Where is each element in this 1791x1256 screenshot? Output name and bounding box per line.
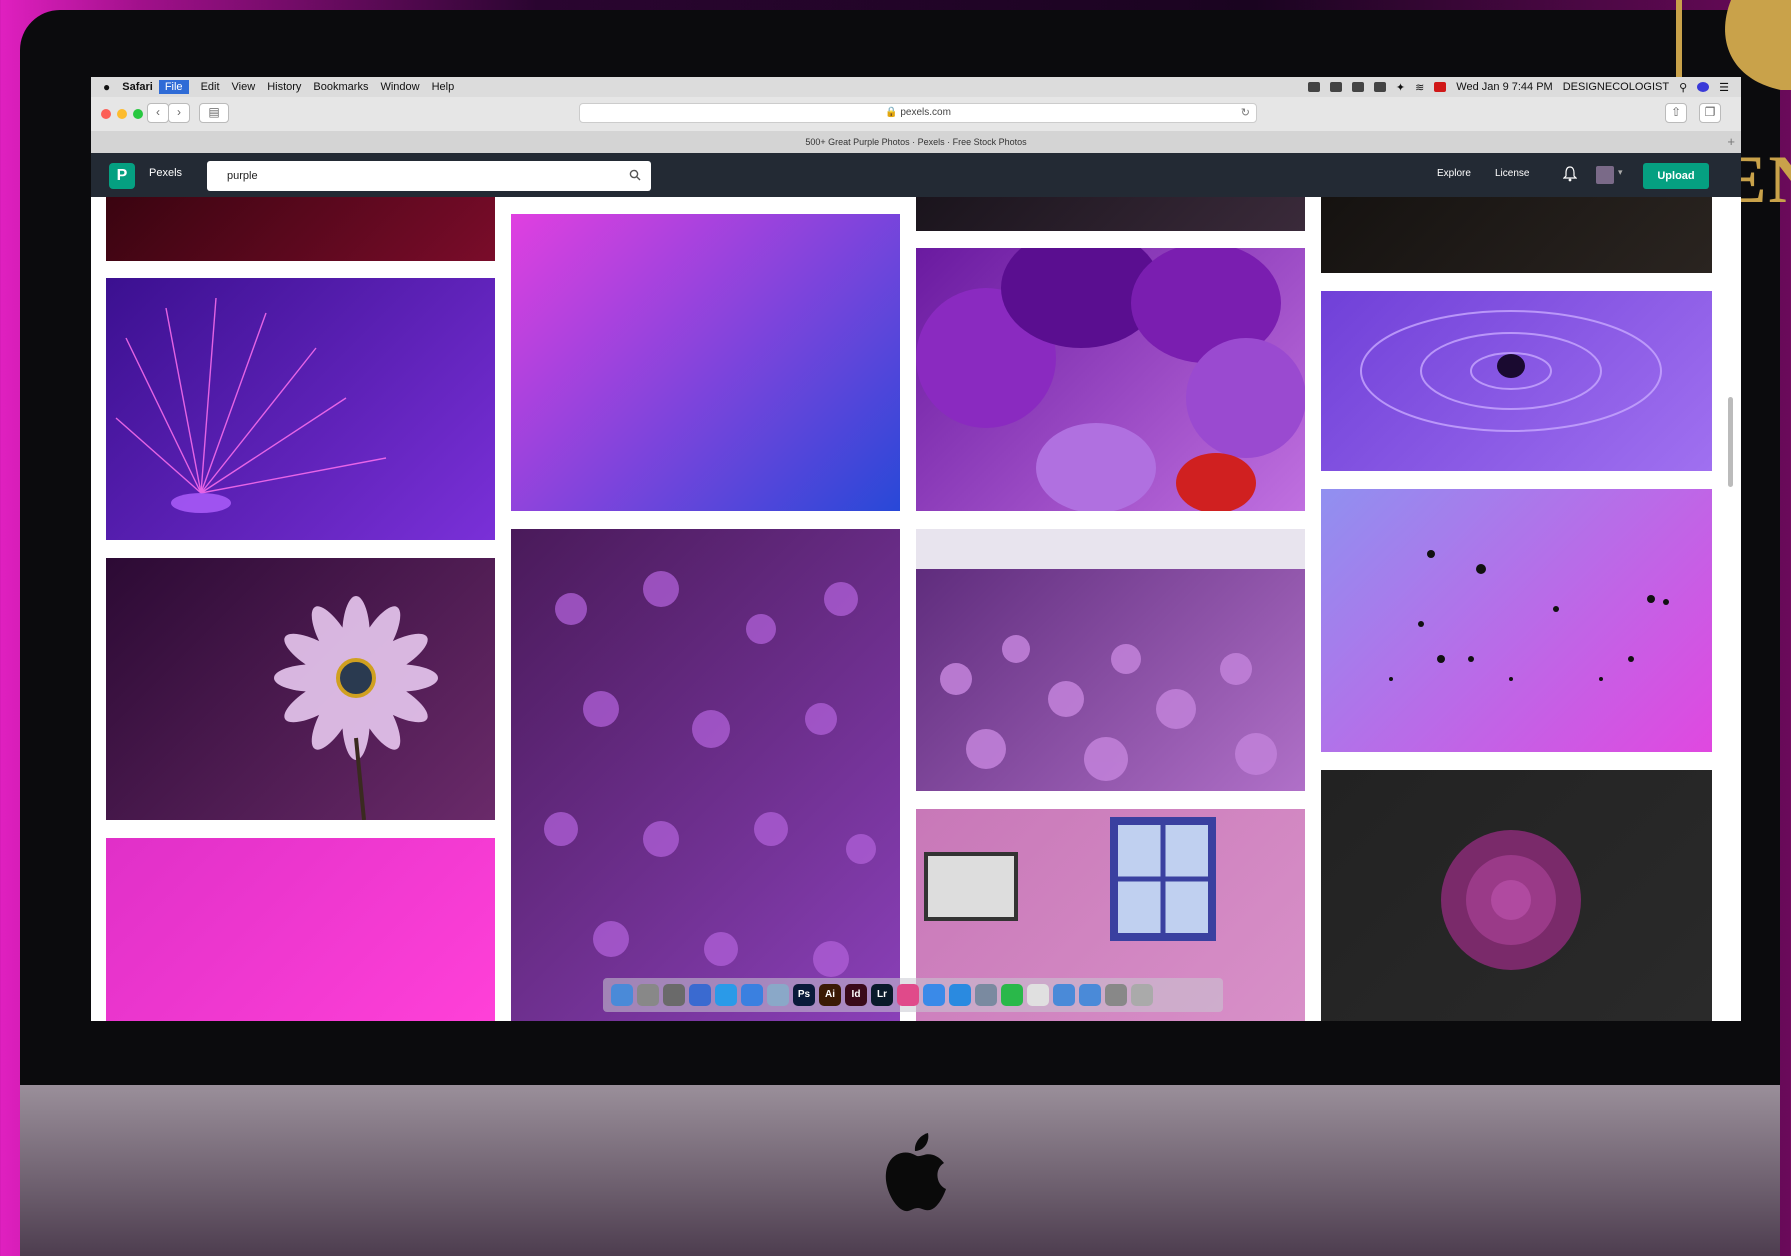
chrysanthemum-icon <box>1441 830 1581 970</box>
photo-card[interactable] <box>1321 770 1712 1021</box>
license-link[interactable]: License <box>1495 168 1529 179</box>
status-app-icon[interactable] <box>1307 82 1320 92</box>
screen: ● Safari File Edit View History Bookmark… <box>91 77 1741 1021</box>
menu-edit[interactable]: Edit <box>201 81 220 93</box>
spotlight-icon[interactable]: ⚲ <box>1679 81 1687 94</box>
pexels-logo-icon[interactable]: P <box>109 163 135 189</box>
dock-app-icon[interactable] <box>741 984 763 1006</box>
photo-card[interactable] <box>511 214 900 511</box>
dock-app-icon[interactable] <box>1001 984 1023 1006</box>
dock-app-icon[interactable] <box>1027 984 1049 1006</box>
reload-icon[interactable]: ↻ <box>1241 104 1250 122</box>
apple-logo-icon <box>885 1133 946 1212</box>
balloons-icon <box>916 228 1306 513</box>
wifi-icon[interactable]: ≋ <box>1415 81 1424 94</box>
dock-app-icon[interactable] <box>1079 984 1101 1006</box>
dock-app-icon[interactable]: Lr <box>871 984 893 1006</box>
photo-card[interactable] <box>106 197 495 261</box>
airplay-icon[interactable] <box>1373 82 1386 92</box>
avatar[interactable] <box>1596 166 1614 184</box>
dock-app-icon[interactable] <box>949 984 971 1006</box>
menu-safari[interactable]: Safari <box>122 81 153 93</box>
water-drop-icon <box>1360 310 1662 432</box>
dock-app-icon[interactable] <box>1053 984 1075 1006</box>
apple-menu-icon[interactable]: ● <box>103 80 110 94</box>
dock-app-icon[interactable]: Ai <box>819 984 841 1006</box>
photo-card[interactable] <box>916 197 1305 231</box>
tabs-overview-button[interactable]: ❐ <box>1699 103 1721 123</box>
pexels-header: P Pexels purple Explore License ▾ Upload <box>91 153 1741 197</box>
safari-toolbar: ‹ › ▤ 🔒 pexels.com ↻ ⇧ ❐ <box>91 97 1741 132</box>
dock-app-icon[interactable] <box>689 984 711 1006</box>
imac-chin <box>20 1085 1780 1256</box>
siri-icon[interactable] <box>1697 82 1710 92</box>
macos-menubar: ● Safari File Edit View History Bookmark… <box>91 77 1741 97</box>
sidebar-toggle-button[interactable]: ▤ <box>199 103 229 123</box>
flag-icon[interactable] <box>1434 82 1447 92</box>
active-tab-title[interactable]: 500+ Great Purple Photos · Pexels · Free… <box>805 137 1026 147</box>
dock-app-icon[interactable] <box>1131 984 1153 1006</box>
status-mail-icon[interactable] <box>1329 82 1342 92</box>
brand-name[interactable]: Pexels <box>149 167 182 179</box>
page-scrollbar[interactable] <box>1728 397 1733 487</box>
photo-gallery <box>91 197 1741 1021</box>
dock-app-icon[interactable] <box>1105 984 1127 1006</box>
menu-window[interactable]: Window <box>380 81 419 93</box>
photo-card[interactable] <box>106 278 495 540</box>
phlox-flowers-icon <box>544 571 876 977</box>
upload-button[interactable]: Upload <box>1643 163 1709 189</box>
chevron-down-icon[interactable]: ▾ <box>1618 167 1623 178</box>
dock-app-icon[interactable] <box>715 984 737 1006</box>
dock-app-icon[interactable] <box>923 984 945 1006</box>
tab-bar: 500+ Great Purple Photos · Pexels · Free… <box>91 131 1741 153</box>
fiber-lamp-icon <box>115 297 387 513</box>
macos-dock: Ps Ai Id Lr <box>603 978 1223 1012</box>
photo-card[interactable] <box>106 838 495 1021</box>
status-area: ✦ ≋ Wed Jan 9 7:44 PM DESIGNECOLOGIST ⚲ … <box>1307 81 1741 94</box>
photo-card[interactable] <box>916 529 1305 791</box>
menu-history[interactable]: History <box>267 81 301 93</box>
birds-sunset-icon <box>1389 550 1669 681</box>
menu-view[interactable]: View <box>232 81 256 93</box>
search-icon[interactable] <box>629 169 641 181</box>
photo-card[interactable] <box>106 558 495 821</box>
dock-app-icon[interactable] <box>663 984 685 1006</box>
dock-app-icon[interactable]: Ps <box>793 984 815 1006</box>
bluetooth-icon[interactable]: ✦ <box>1396 81 1405 94</box>
chive-field-icon <box>916 529 1305 781</box>
search-input[interactable]: purple <box>207 161 651 191</box>
dock-app-icon[interactable] <box>897 984 919 1006</box>
new-tab-icon[interactable]: + <box>1727 131 1735 153</box>
daisy-icon <box>274 596 438 821</box>
bell-icon[interactable] <box>1563 166 1577 182</box>
menu-bookmarks[interactable]: Bookmarks <box>313 81 368 93</box>
dock-app-icon[interactable]: Id <box>845 984 867 1006</box>
status-bars-icon[interactable] <box>1351 82 1364 92</box>
close-window-icon[interactable] <box>101 109 111 119</box>
clock[interactable]: Wed Jan 9 7:44 PM <box>1456 81 1552 93</box>
dock-app-icon[interactable] <box>975 984 997 1006</box>
url-text: pexels.com <box>900 107 951 118</box>
dock-app-icon[interactable] <box>767 984 789 1006</box>
explore-link[interactable]: Explore <box>1437 168 1471 179</box>
address-bar[interactable]: 🔒 pexels.com ↻ <box>579 103 1257 123</box>
notification-center-icon[interactable]: ☰ <box>1719 81 1729 94</box>
share-button[interactable]: ⇧ <box>1665 103 1687 123</box>
menu-help[interactable]: Help <box>432 81 455 93</box>
photo-card[interactable] <box>1321 197 1712 273</box>
minimize-window-icon[interactable] <box>117 109 127 119</box>
menu-file[interactable]: File <box>158 80 189 94</box>
search-value: purple <box>227 170 258 182</box>
zoom-window-icon[interactable] <box>133 109 143 119</box>
lock-icon: 🔒 <box>885 107 898 118</box>
dock-app-icon[interactable] <box>611 984 633 1006</box>
photo-card[interactable] <box>1321 489 1712 752</box>
photo-card[interactable] <box>1321 291 1712 471</box>
back-button[interactable]: ‹ <box>147 103 169 123</box>
photo-card[interactable] <box>916 228 1306 513</box>
photo-card[interactable] <box>511 529 900 1021</box>
forward-button[interactable]: › <box>168 103 190 123</box>
dock-app-icon[interactable] <box>637 984 659 1006</box>
user-name[interactable]: DESIGNECOLOGIST <box>1563 81 1669 93</box>
